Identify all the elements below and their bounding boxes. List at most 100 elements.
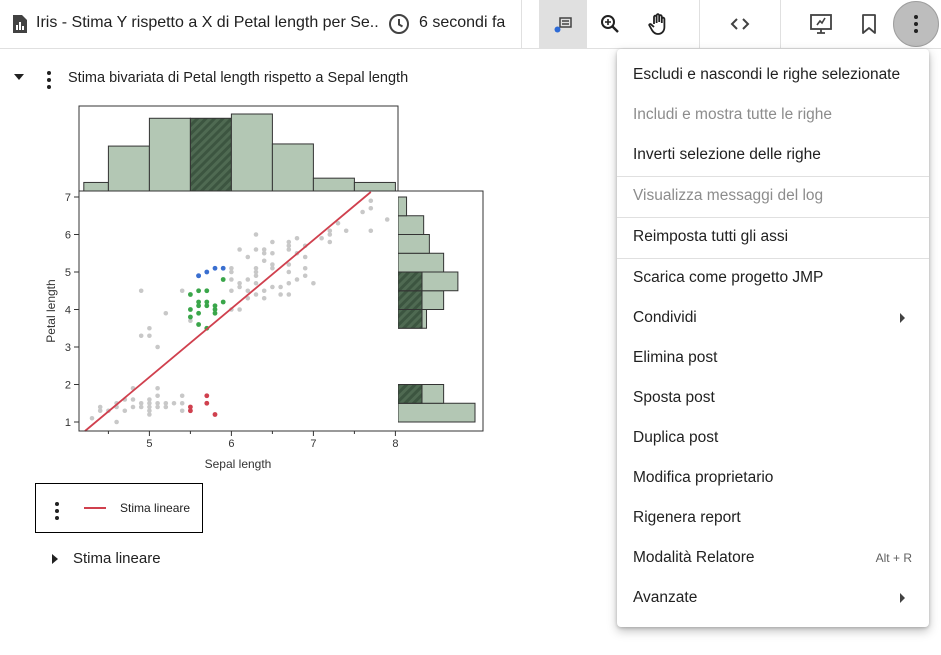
point-unselected [229,277,234,282]
menu-item-exclude-hide[interactable]: Escludi e nascondi le righe selezionate [617,55,929,95]
point-unselected [261,295,267,301]
point-selected-green [188,307,193,312]
menu-item-share[interactable]: Condividi [617,298,929,338]
right-histogram-bar [397,215,425,235]
menu-item-label: Escludi e nascondi le righe selezionate [633,66,901,83]
point-unselected [179,408,185,414]
point-selected-blue [220,265,226,271]
menu-item-advanced[interactable]: Avanzate [617,578,929,618]
submenu-arrow-icon [900,313,905,323]
top-histogram-bar [83,181,109,192]
menu-item-move-post[interactable]: Sposta post [617,378,929,418]
menu-item-label: Visualizza messaggi del log [633,187,824,204]
right-histogram-bar [397,196,408,217]
point-unselected [302,273,308,279]
menu-item-label: Modalità Relatore [633,549,755,566]
point-unselected [179,288,185,294]
point-unselected [368,205,374,211]
point-unselected [245,254,251,260]
point-unselected [138,333,144,339]
right-histogram [80,192,476,430]
menu-item-label: Condividi [633,309,697,326]
menu-item-presenter-mode[interactable]: Modalità Relatore Alt + R [617,538,929,578]
point-unselected [294,277,300,282]
y-tick-label: 2 [65,380,71,392]
point-unselected [237,280,242,286]
top-histogram-bar [148,117,191,192]
menu-item-label: Includi e mostra tutte le righe [633,106,833,123]
x-tick-label: 7 [310,438,316,450]
point-selected-green [188,314,193,320]
menu-item-include-show: Includi e mostra tutte le righe [617,95,929,135]
menu-item-reset-axes[interactable]: Reimposta tutti gli assi [617,217,929,257]
legend-options-icon[interactable] [55,502,59,520]
point-unselected [237,307,242,312]
menu-item-label: Elimina post [633,349,718,366]
point-selected-red [212,412,218,417]
y-axis-label: Petal length [44,279,58,342]
point-unselected [130,404,136,410]
point-selected-green [220,299,226,305]
menu-item-duplicate-post[interactable]: Duplica post [617,418,929,458]
point-unselected [384,217,390,222]
menu-item-label: Duplica post [633,429,719,446]
point-unselected [138,288,144,294]
point-unselected [155,400,160,406]
menu-item-view-log: Visualizza messaggi del log [617,176,929,216]
point-selected-red [204,393,210,399]
right-histogram-bar [397,402,476,423]
point-unselected [155,344,160,350]
menu-item-download-jmp[interactable]: Scarica come progetto JMP [617,258,929,298]
point-unselected [286,269,292,275]
menu-item-change-owner[interactable]: Modifica proprietario [617,458,929,498]
point-unselected [253,280,259,286]
top-histogram-bar [107,145,150,192]
menu-item-shortcut: Alt + R [875,551,912,565]
point-unselected [261,288,267,294]
y-tick-label: 3 [65,342,71,354]
point-unselected [229,265,234,271]
point-unselected [229,288,234,294]
right-histogram-bar [397,252,445,273]
y-tick-label: 6 [65,230,71,242]
point-unselected [179,400,185,406]
right-histogram-selected-bar [397,384,423,404]
menu-item-regenerate-report[interactable]: Rigenera report [617,498,929,538]
top-histogram-bar [312,177,355,192]
point-unselected [343,228,349,234]
linear-fit-outline-title[interactable]: Stima lineare [73,550,161,567]
point-unselected [253,292,259,297]
point-unselected [147,325,152,331]
expand-linear-fit-toggle[interactable] [52,554,58,564]
point-unselected [163,310,169,316]
point-unselected [360,209,365,215]
context-menu: Escludi e nascondi le righe selezionate … [617,49,929,627]
point-unselected [253,232,259,237]
point-selected-green [188,292,193,297]
point-unselected [270,250,275,256]
menu-item-label: Rigenera report [633,509,741,526]
point-unselected [171,400,177,406]
point-unselected [97,404,103,410]
point-unselected [155,393,160,399]
point-unselected [311,280,316,286]
menu-item-delete-post[interactable]: Elimina post [617,338,929,378]
point-unselected [286,239,292,245]
point-unselected [327,239,333,245]
point-unselected [302,265,308,271]
right-histogram-selected-bar [397,290,423,310]
point-unselected [270,284,275,290]
right-histogram-selected-bar [397,309,423,329]
top-histogram [78,105,399,192]
point-unselected [122,408,128,414]
x-tick-label: 5 [146,438,152,450]
top-histogram-bar [271,143,314,192]
submenu-arrow-icon [900,593,905,603]
top-histogram-bar [353,181,396,192]
point-selected-green [212,303,218,309]
point-unselected [253,265,259,271]
point-unselected [294,235,300,241]
menu-item-label: Scarica come progetto JMP [633,269,824,286]
menu-item-invert-selection[interactable]: Inverti selezione delle righe [617,135,929,175]
point-selected-green [196,310,202,316]
